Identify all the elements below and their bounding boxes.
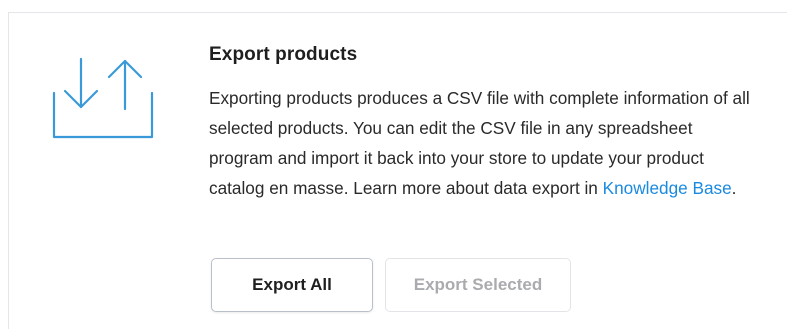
export-description: Exporting products produces a CSV file w… <box>209 83 757 203</box>
export-description-end: . <box>731 178 737 198</box>
export-title: Export products <box>209 44 358 65</box>
export-all-button[interactable]: Export All <box>211 258 373 312</box>
export-selected-button[interactable]: Export Selected <box>385 258 571 312</box>
export-import-arrows-icon <box>52 57 154 139</box>
export-buttons: Export All Export Selected <box>211 258 571 312</box>
knowledge-base-link[interactable]: Knowledge Base <box>603 178 732 198</box>
export-content: Export products Exporting products produ… <box>209 41 769 203</box>
export-panel: Export products Exporting products produ… <box>8 12 787 329</box>
